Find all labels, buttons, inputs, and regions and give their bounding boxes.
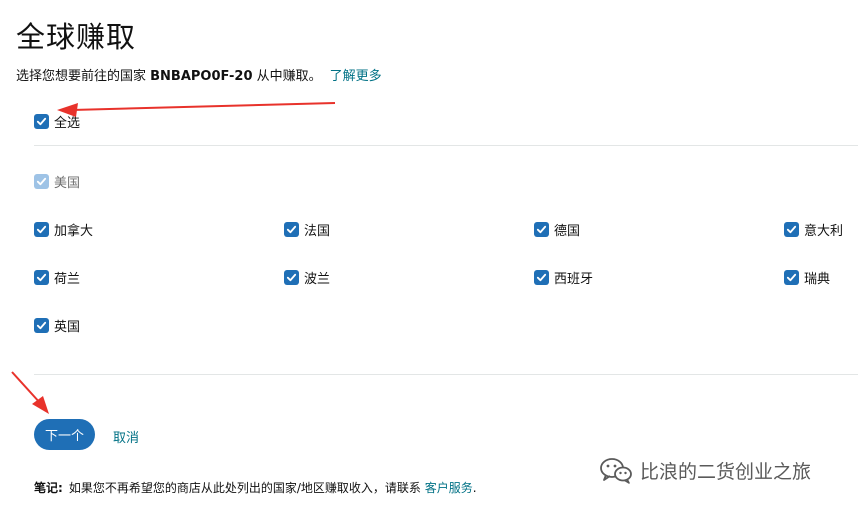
customer-service-link[interactable]: 客户服务: [425, 481, 473, 495]
country-checkbox-us: 美国: [34, 172, 80, 191]
checkbox-checked-icon: [34, 270, 49, 285]
country-label: 英国: [54, 320, 81, 335]
checkbox-checked-icon: [34, 222, 49, 237]
wechat-icon: [600, 458, 632, 484]
store-id: BNBAPO0F-20: [150, 69, 253, 84]
checkbox-checked-icon: [534, 270, 549, 285]
checkbox-checked-icon: [534, 222, 549, 237]
country-label: 波兰: [304, 272, 331, 287]
country-label: 瑞典: [804, 272, 831, 287]
country-label: 美国: [54, 176, 81, 191]
cancel-link[interactable]: 取消: [113, 427, 139, 446]
country-label: 德国: [554, 224, 581, 239]
note-text: 如果您不再希望您的商店从此处列出的国家/地区赚取收入，请联系: [68, 481, 425, 495]
note-end: .: [472, 481, 477, 495]
checkbox-checked-icon: [784, 222, 799, 237]
checkbox-checked-icon: [284, 270, 299, 285]
note-label: 笔记:: [34, 481, 63, 495]
country-label: 西班牙: [554, 272, 594, 287]
watermark: 比浪的二货创业之旅: [598, 456, 811, 484]
checkbox-checked-icon: [34, 318, 49, 333]
country-checkbox-de[interactable]: 德国: [534, 220, 580, 239]
country-label: 法国: [304, 224, 331, 239]
country-checkbox-se[interactable]: 瑞典: [784, 268, 830, 287]
select-all-label: 全选: [54, 116, 81, 131]
next-button[interactable]: 下一个: [34, 419, 95, 450]
arrow-to-select-all: [57, 102, 336, 117]
country-checkbox-nl[interactable]: 荷兰: [34, 268, 80, 287]
checkbox-checked-icon: [34, 174, 49, 189]
country-checkbox-es[interactable]: 西班牙: [534, 268, 593, 287]
country-checkbox-ca[interactable]: 加拿大: [34, 220, 93, 239]
country-checkbox-pl[interactable]: 波兰: [284, 268, 330, 287]
watermark-text: 比浪的二货创业之旅: [640, 460, 812, 483]
learn-more-link[interactable]: 了解更多: [330, 69, 382, 84]
checkbox-checked-icon: [784, 270, 799, 285]
subtitle-prefix: 选择您想要前往的国家: [16, 69, 151, 84]
page-subtitle: 选择您想要前往的国家 BNBAPO0F-20 从中赚取。 了解更多: [16, 65, 382, 84]
checkbox-checked-icon: [284, 222, 299, 237]
country-label: 加拿大: [54, 224, 94, 239]
divider: [34, 145, 858, 146]
subtitle-suffix: 从中赚取。: [252, 69, 322, 84]
country-checkbox-it[interactable]: 意大利: [784, 220, 843, 239]
page-title: 全球赚取: [16, 20, 137, 54]
country-label: 意大利: [804, 224, 844, 239]
select-all-checkbox[interactable]: 全选: [34, 112, 80, 131]
country-label: 荷兰: [54, 272, 81, 287]
footer-note: 笔记: 如果您不再希望您的商店从此处列出的国家/地区赚取收入，请联系 客户服务.: [34, 479, 477, 496]
country-checkbox-uk[interactable]: 英国: [34, 316, 80, 335]
divider: [34, 374, 858, 375]
checkbox-checked-icon: [34, 114, 49, 129]
arrow-to-next-button: [11, 371, 49, 414]
country-checkbox-fr[interactable]: 法国: [284, 220, 330, 239]
